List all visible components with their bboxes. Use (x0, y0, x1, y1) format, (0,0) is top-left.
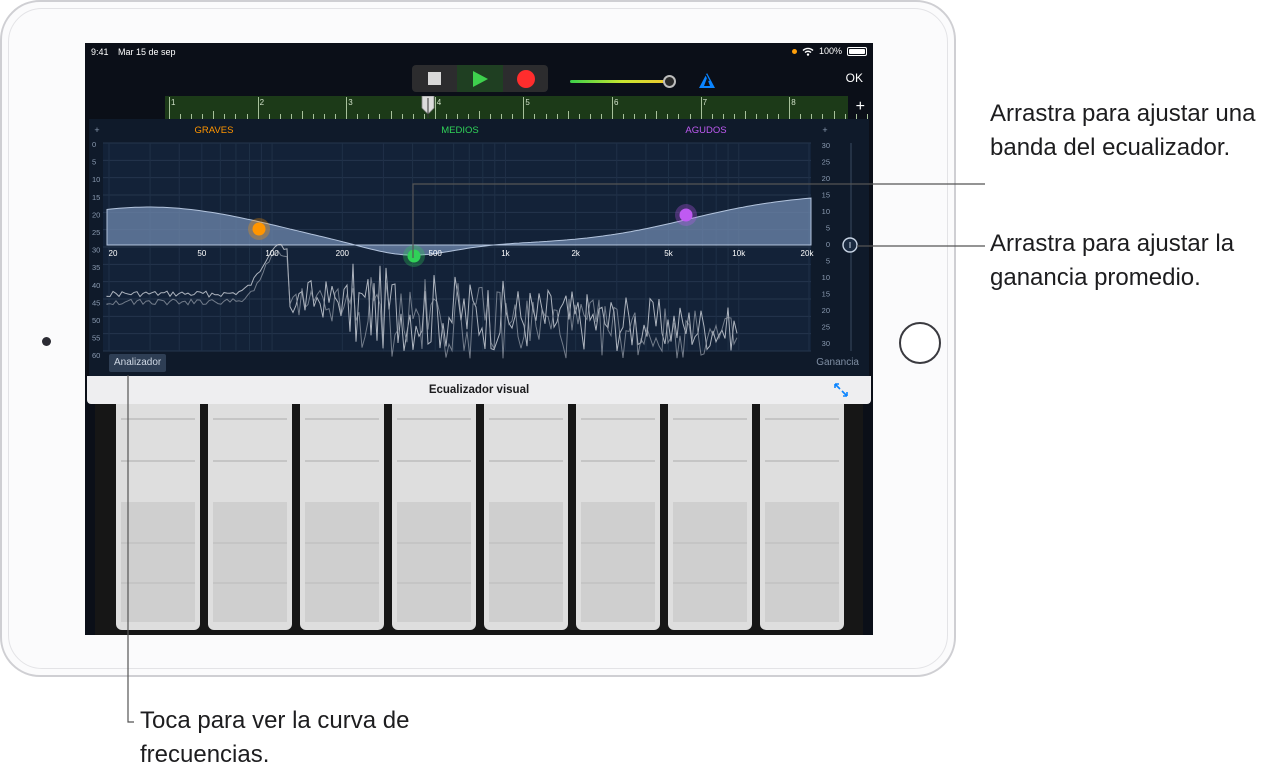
callout-analyzer: Toca para ver la curva de frecuencias. (140, 707, 410, 768)
callout-band: Arrastra para ajustar una banda del ecua… (990, 100, 1256, 161)
callout-gain: Arrastra para ajustar la ganancia promed… (990, 230, 1235, 291)
